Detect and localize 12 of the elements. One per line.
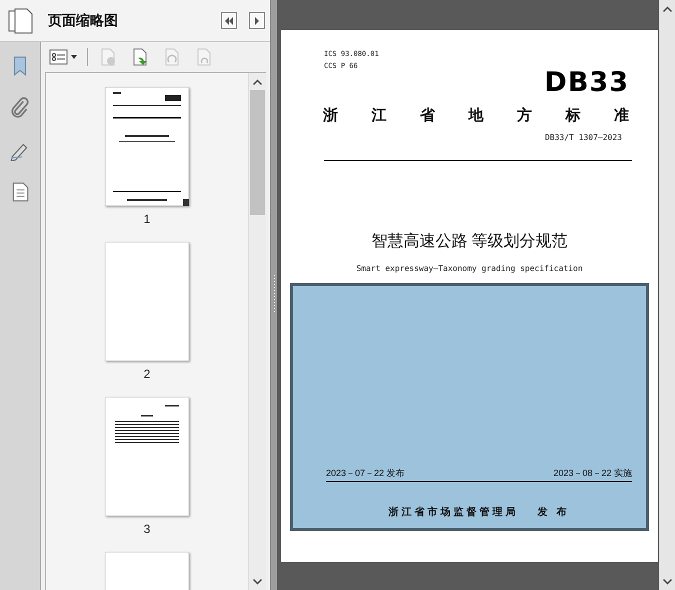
- page-number: 1: [144, 212, 150, 226]
- document-subtitle: Smart expressway—Taxonomy grading specification: [356, 264, 583, 273]
- panel-title: 页面缩略图: [48, 12, 119, 30]
- effective-date: 2023－08－22 实施: [553, 467, 632, 480]
- issuer: 浙江省市场监督管理局 发 布: [388, 505, 570, 519]
- issue-date: 2023－07－22 发布: [326, 467, 405, 480]
- page-number: 2: [144, 367, 150, 381]
- standard-logo: DB33: [544, 70, 629, 96]
- standard-category: 浙 江 省 地 方 标 准: [323, 106, 629, 125]
- document-title: 智慧高速公路 等级划分规范: [371, 232, 568, 252]
- standard-number: DB33/T 1307—2023: [544, 133, 622, 142]
- page-number: 3: [144, 522, 150, 536]
